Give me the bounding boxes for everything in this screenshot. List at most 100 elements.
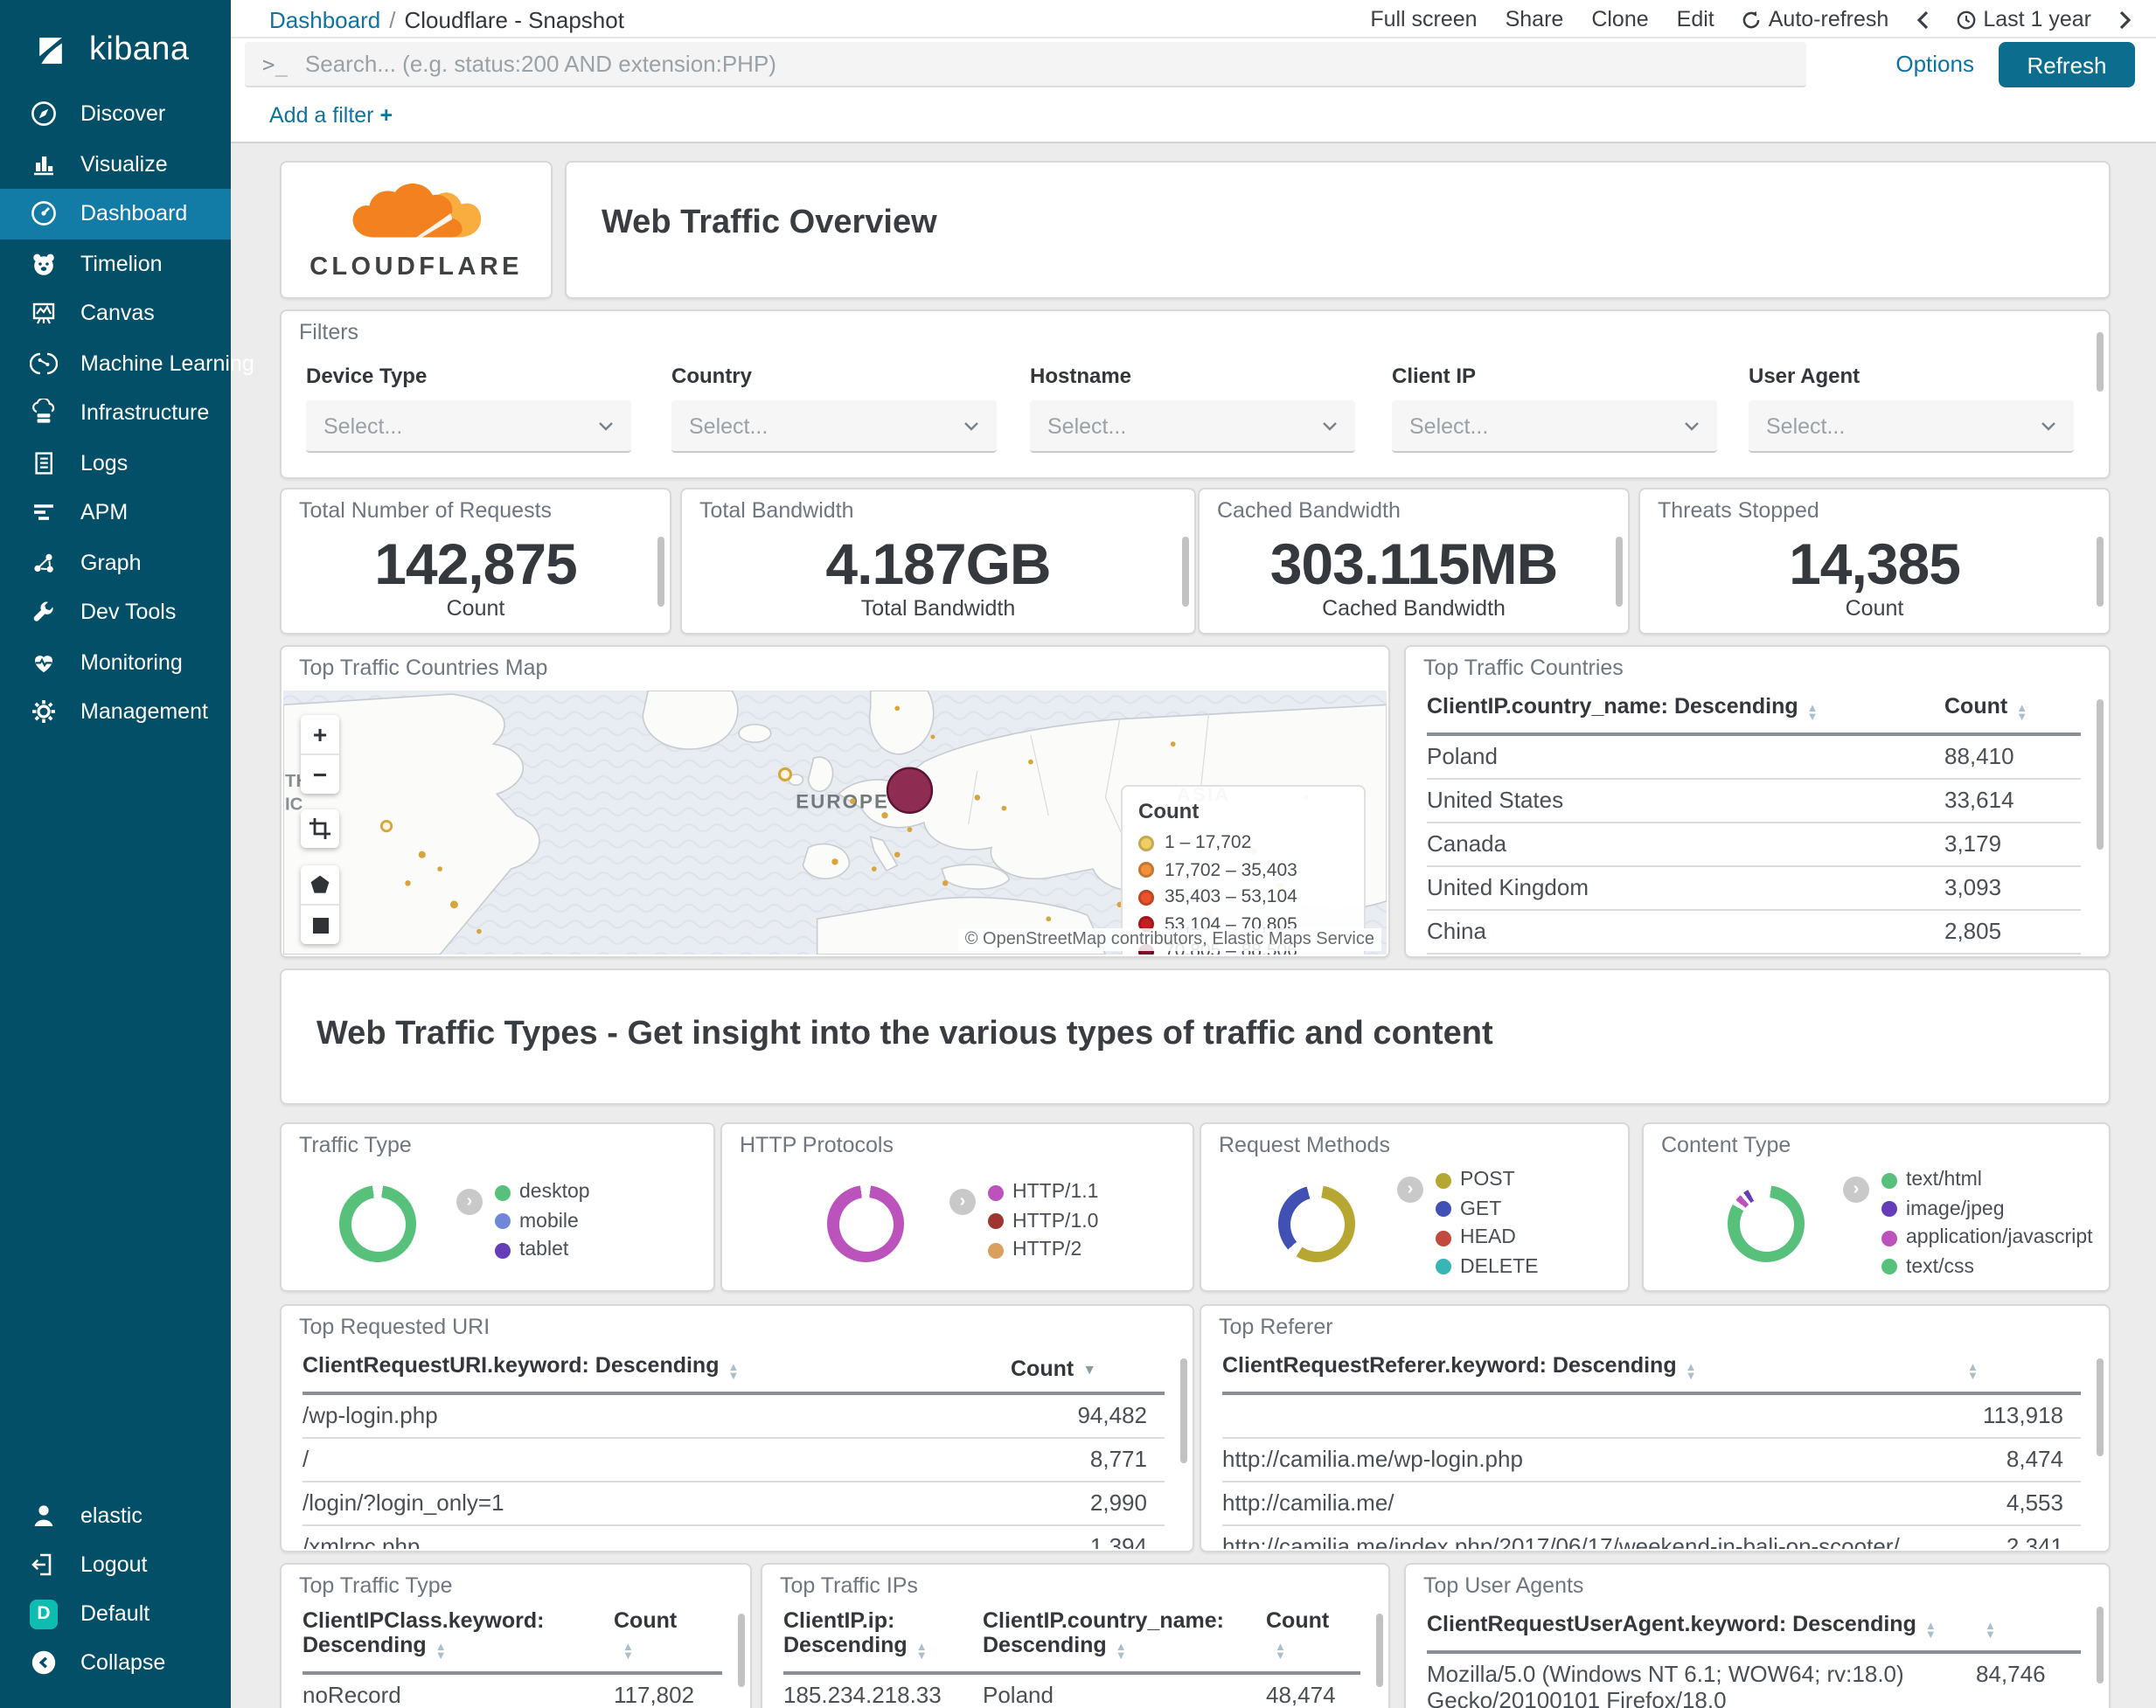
chevron-right-icon[interactable]: ›	[456, 1189, 483, 1215]
legend-item[interactable]: POST	[1436, 1170, 1539, 1191]
scrollbar-thumb[interactable]	[1376, 1614, 1383, 1687]
sidebar-item-logs[interactable]: Logs	[0, 438, 231, 488]
time-next-button[interactable]	[2119, 10, 2132, 29]
sidebar-item-discover[interactable]: Discover	[0, 89, 231, 139]
sidebar-item-graph[interactable]: Graph	[0, 538, 231, 587]
device-type-select[interactable]: Select...	[306, 400, 631, 453]
column-header-uri[interactable]: ClientRequestURI.keyword: Descending ▲ ▼	[303, 1353, 1011, 1381]
legend-item[interactable]: HEAD	[1436, 1227, 1539, 1248]
column-header-referer[interactable]: ClientRequestReferer.keyword: Descending…	[1222, 1353, 1958, 1381]
column-header-country[interactable]: ClientIP.country_name: Descending ▲ ▼	[1427, 694, 1944, 722]
column-header-count[interactable]: Count ▲ ▼	[1266, 1608, 1360, 1663]
rectangle-tool-button[interactable]	[301, 904, 339, 944]
content-type-donut-chart[interactable]	[1728, 1185, 1805, 1262]
scrollbar-thumb[interactable]	[1182, 537, 1189, 607]
scrollbar-thumb[interactable]	[2097, 537, 2104, 607]
legend-item[interactable]: DELETE	[1436, 1256, 1539, 1277]
share-button[interactable]: Share	[1506, 7, 1564, 31]
breadcrumb-dashboard-link[interactable]: Dashboard	[269, 7, 380, 33]
sidebar-item-timelion[interactable]: Timelion	[0, 239, 231, 288]
map-attribution[interactable]: © OpenStreetMap contributors, Elastic Ma…	[957, 928, 1381, 951]
sidebar-item-infrastructure[interactable]: Infrastructure	[0, 388, 231, 438]
legend-item[interactable]: application/javascript	[1881, 1227, 2093, 1248]
country-select[interactable]: Select...	[671, 400, 997, 453]
clone-button[interactable]: Clone	[1591, 7, 1648, 31]
column-header-country[interactable]: ClientIP.country_name: Descending ▲ ▼	[983, 1608, 1266, 1661]
scrollbar-thumb[interactable]	[2097, 699, 2104, 850]
search-input[interactable]	[301, 49, 1806, 79]
column-header-count[interactable]: ▲ ▼	[1976, 1612, 2081, 1642]
legend-item[interactable]: HTTP/1.0	[988, 1211, 1098, 1232]
column-header-count[interactable]: ▲ ▼	[1958, 1353, 2081, 1383]
legend-item[interactable]: text/css	[1881, 1256, 2093, 1277]
uk-marker[interactable]	[777, 767, 793, 781]
sort-icon: ▲ ▼	[622, 1642, 634, 1663]
scrollbar-thumb[interactable]	[2097, 1607, 2104, 1684]
chevron-right-icon[interactable]: ›	[949, 1189, 976, 1215]
sidebar-item-default-space[interactable]: D Default	[0, 1589, 231, 1638]
legend-item[interactable]: mobile	[495, 1211, 590, 1232]
options-link[interactable]: Options	[1895, 38, 1974, 91]
world-map[interactable]: TH IC EUROPE ASIA	[283, 691, 1387, 955]
sidebar-item-collapse[interactable]: Collapse	[0, 1638, 231, 1687]
legend-item[interactable]: text/html	[1881, 1170, 2093, 1191]
auto-refresh-button[interactable]: Auto-refresh	[1742, 7, 1889, 31]
kibana-logo[interactable]: kibana	[0, 0, 231, 94]
polygon-tool-button[interactable]	[301, 865, 339, 904]
legend-item[interactable]: HTTP/2	[988, 1239, 1098, 1260]
chevron-right-icon[interactable]: ›	[1843, 1177, 1869, 1203]
column-header-ip-class[interactable]: ClientIPClass.keyword: Descending ▲ ▼	[303, 1608, 614, 1661]
sidebar-item-visualize[interactable]: Visualize	[0, 139, 231, 189]
request-methods-donut-chart[interactable]	[1278, 1185, 1355, 1262]
sidebar-item-management[interactable]: Management	[0, 687, 231, 737]
time-picker-button[interactable]: Last 1 year	[1957, 7, 2091, 31]
sidebar-item-logout[interactable]: Logout	[0, 1540, 231, 1589]
refresh-cycle-icon	[1742, 10, 1762, 29]
client-ip-select[interactable]: Select...	[1392, 400, 1717, 453]
legend-item[interactable]: GET	[1436, 1198, 1539, 1219]
sidebar-item-user-elastic[interactable]: elastic	[0, 1491, 231, 1540]
auto-refresh-label: Auto-refresh	[1768, 7, 1889, 31]
scrollbar-thumb[interactable]	[1180, 1358, 1187, 1463]
table-row: Poland 88,410	[1427, 736, 2081, 780]
column-header-count[interactable]: Count ▼	[1011, 1357, 1165, 1381]
sidebar-item-dashboard[interactable]: Dashboard	[0, 189, 231, 239]
sidebar-item-machine-learning[interactable]: Machine Learning	[0, 338, 254, 388]
scrollbar-thumb[interactable]	[1616, 537, 1623, 607]
traffic-type-donut-chart[interactable]	[339, 1185, 416, 1262]
zoom-in-button[interactable]: +	[301, 715, 339, 753]
scrollbar-thumb[interactable]	[738, 1614, 745, 1687]
column-header-count[interactable]: Count ▲ ▼	[1944, 694, 2081, 724]
sidebar-item-apm[interactable]: APM	[0, 488, 231, 538]
scrollbar-thumb[interactable]	[2097, 1358, 2104, 1456]
chevron-right-icon[interactable]: ›	[1397, 1177, 1423, 1203]
full-screen-button[interactable]: Full screen	[1370, 7, 1477, 31]
legend-item[interactable]: HTTP/1.1	[988, 1182, 1098, 1203]
sidebar-item-monitoring[interactable]: Monitoring	[0, 637, 231, 687]
cloudflare-logo-text: CLOUDFLARE	[309, 253, 523, 281]
column-header-count[interactable]: Count ▲ ▼	[614, 1608, 722, 1663]
hostname-select[interactable]: Select...	[1030, 400, 1355, 453]
search-bar: >_ Options Refresh	[231, 37, 2156, 93]
legend-item[interactable]: image/jpeg	[1881, 1198, 2093, 1219]
column-header-user-agent[interactable]: ClientRequestUserAgent.keyword: Descendi…	[1427, 1612, 1976, 1640]
scrollbar-thumb[interactable]	[657, 537, 664, 607]
search-input-box[interactable]: >_	[245, 42, 1806, 87]
user-agent-select[interactable]: Select...	[1749, 400, 2074, 453]
http-protocols-donut-chart[interactable]	[827, 1185, 904, 1262]
canada-marker[interactable]	[379, 819, 393, 833]
refresh-button[interactable]: Refresh	[1999, 42, 2135, 87]
sidebar-item-canvas[interactable]: Canvas	[0, 288, 231, 338]
add-filter-link[interactable]: Add a filter +	[269, 103, 393, 128]
sidebar-item-dev-tools[interactable]: Dev Tools	[0, 587, 231, 637]
sort-icon: ▲ ▼	[1967, 1362, 1979, 1383]
crop-tool-button[interactable]	[301, 809, 339, 848]
scrollbar-thumb[interactable]	[2097, 332, 2104, 392]
zoom-out-button[interactable]: −	[301, 753, 339, 794]
edit-button[interactable]: Edit	[1677, 7, 1714, 31]
column-header-ip[interactable]: ClientIP.ip: Descending ▲ ▼	[783, 1608, 983, 1663]
time-prev-button[interactable]	[1916, 10, 1929, 29]
poland-marker[interactable]	[886, 767, 934, 815]
legend-item[interactable]: tablet	[495, 1239, 590, 1260]
legend-item[interactable]: desktop	[495, 1182, 590, 1203]
